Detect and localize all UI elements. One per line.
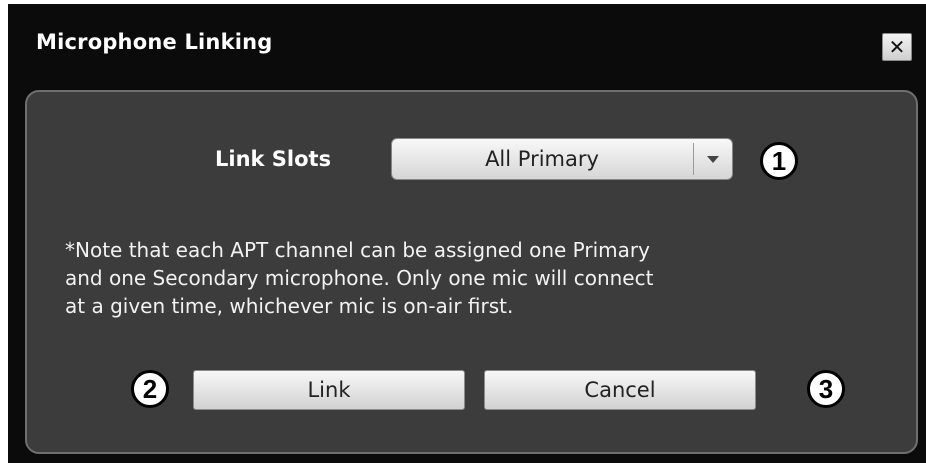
- dialog-body: Link Slots All Primary 1 *Note that each…: [25, 90, 918, 454]
- link-button[interactable]: Link: [193, 370, 465, 410]
- microphone-linking-dialog: Microphone Linking ✕ Link Slots All Prim…: [8, 4, 926, 463]
- close-button[interactable]: ✕: [882, 33, 912, 61]
- dropdown-toggle[interactable]: [694, 139, 732, 179]
- linking-note: *Note that each APT channel can be assig…: [65, 236, 865, 320]
- cancel-button[interactable]: Cancel: [484, 370, 756, 410]
- callout-3: 3: [807, 370, 845, 408]
- link-slots-dropdown[interactable]: All Primary: [391, 138, 733, 180]
- chevron-down-icon: [707, 155, 719, 163]
- link-slots-selected-value: All Primary: [485, 147, 599, 171]
- title-bar: Microphone Linking ✕: [8, 4, 926, 84]
- link-slots-label: Link Slots: [215, 147, 332, 171]
- close-icon: ✕: [888, 35, 906, 59]
- note-line: and one Secondary microphone. Only one m…: [65, 266, 654, 290]
- dialog-title: Microphone Linking: [36, 30, 273, 54]
- note-line: at a given time, whichever mic is on-air…: [65, 294, 514, 318]
- callout-1: 1: [760, 142, 798, 180]
- callout-2: 2: [131, 370, 169, 408]
- note-line: *Note that each APT channel can be assig…: [65, 238, 650, 262]
